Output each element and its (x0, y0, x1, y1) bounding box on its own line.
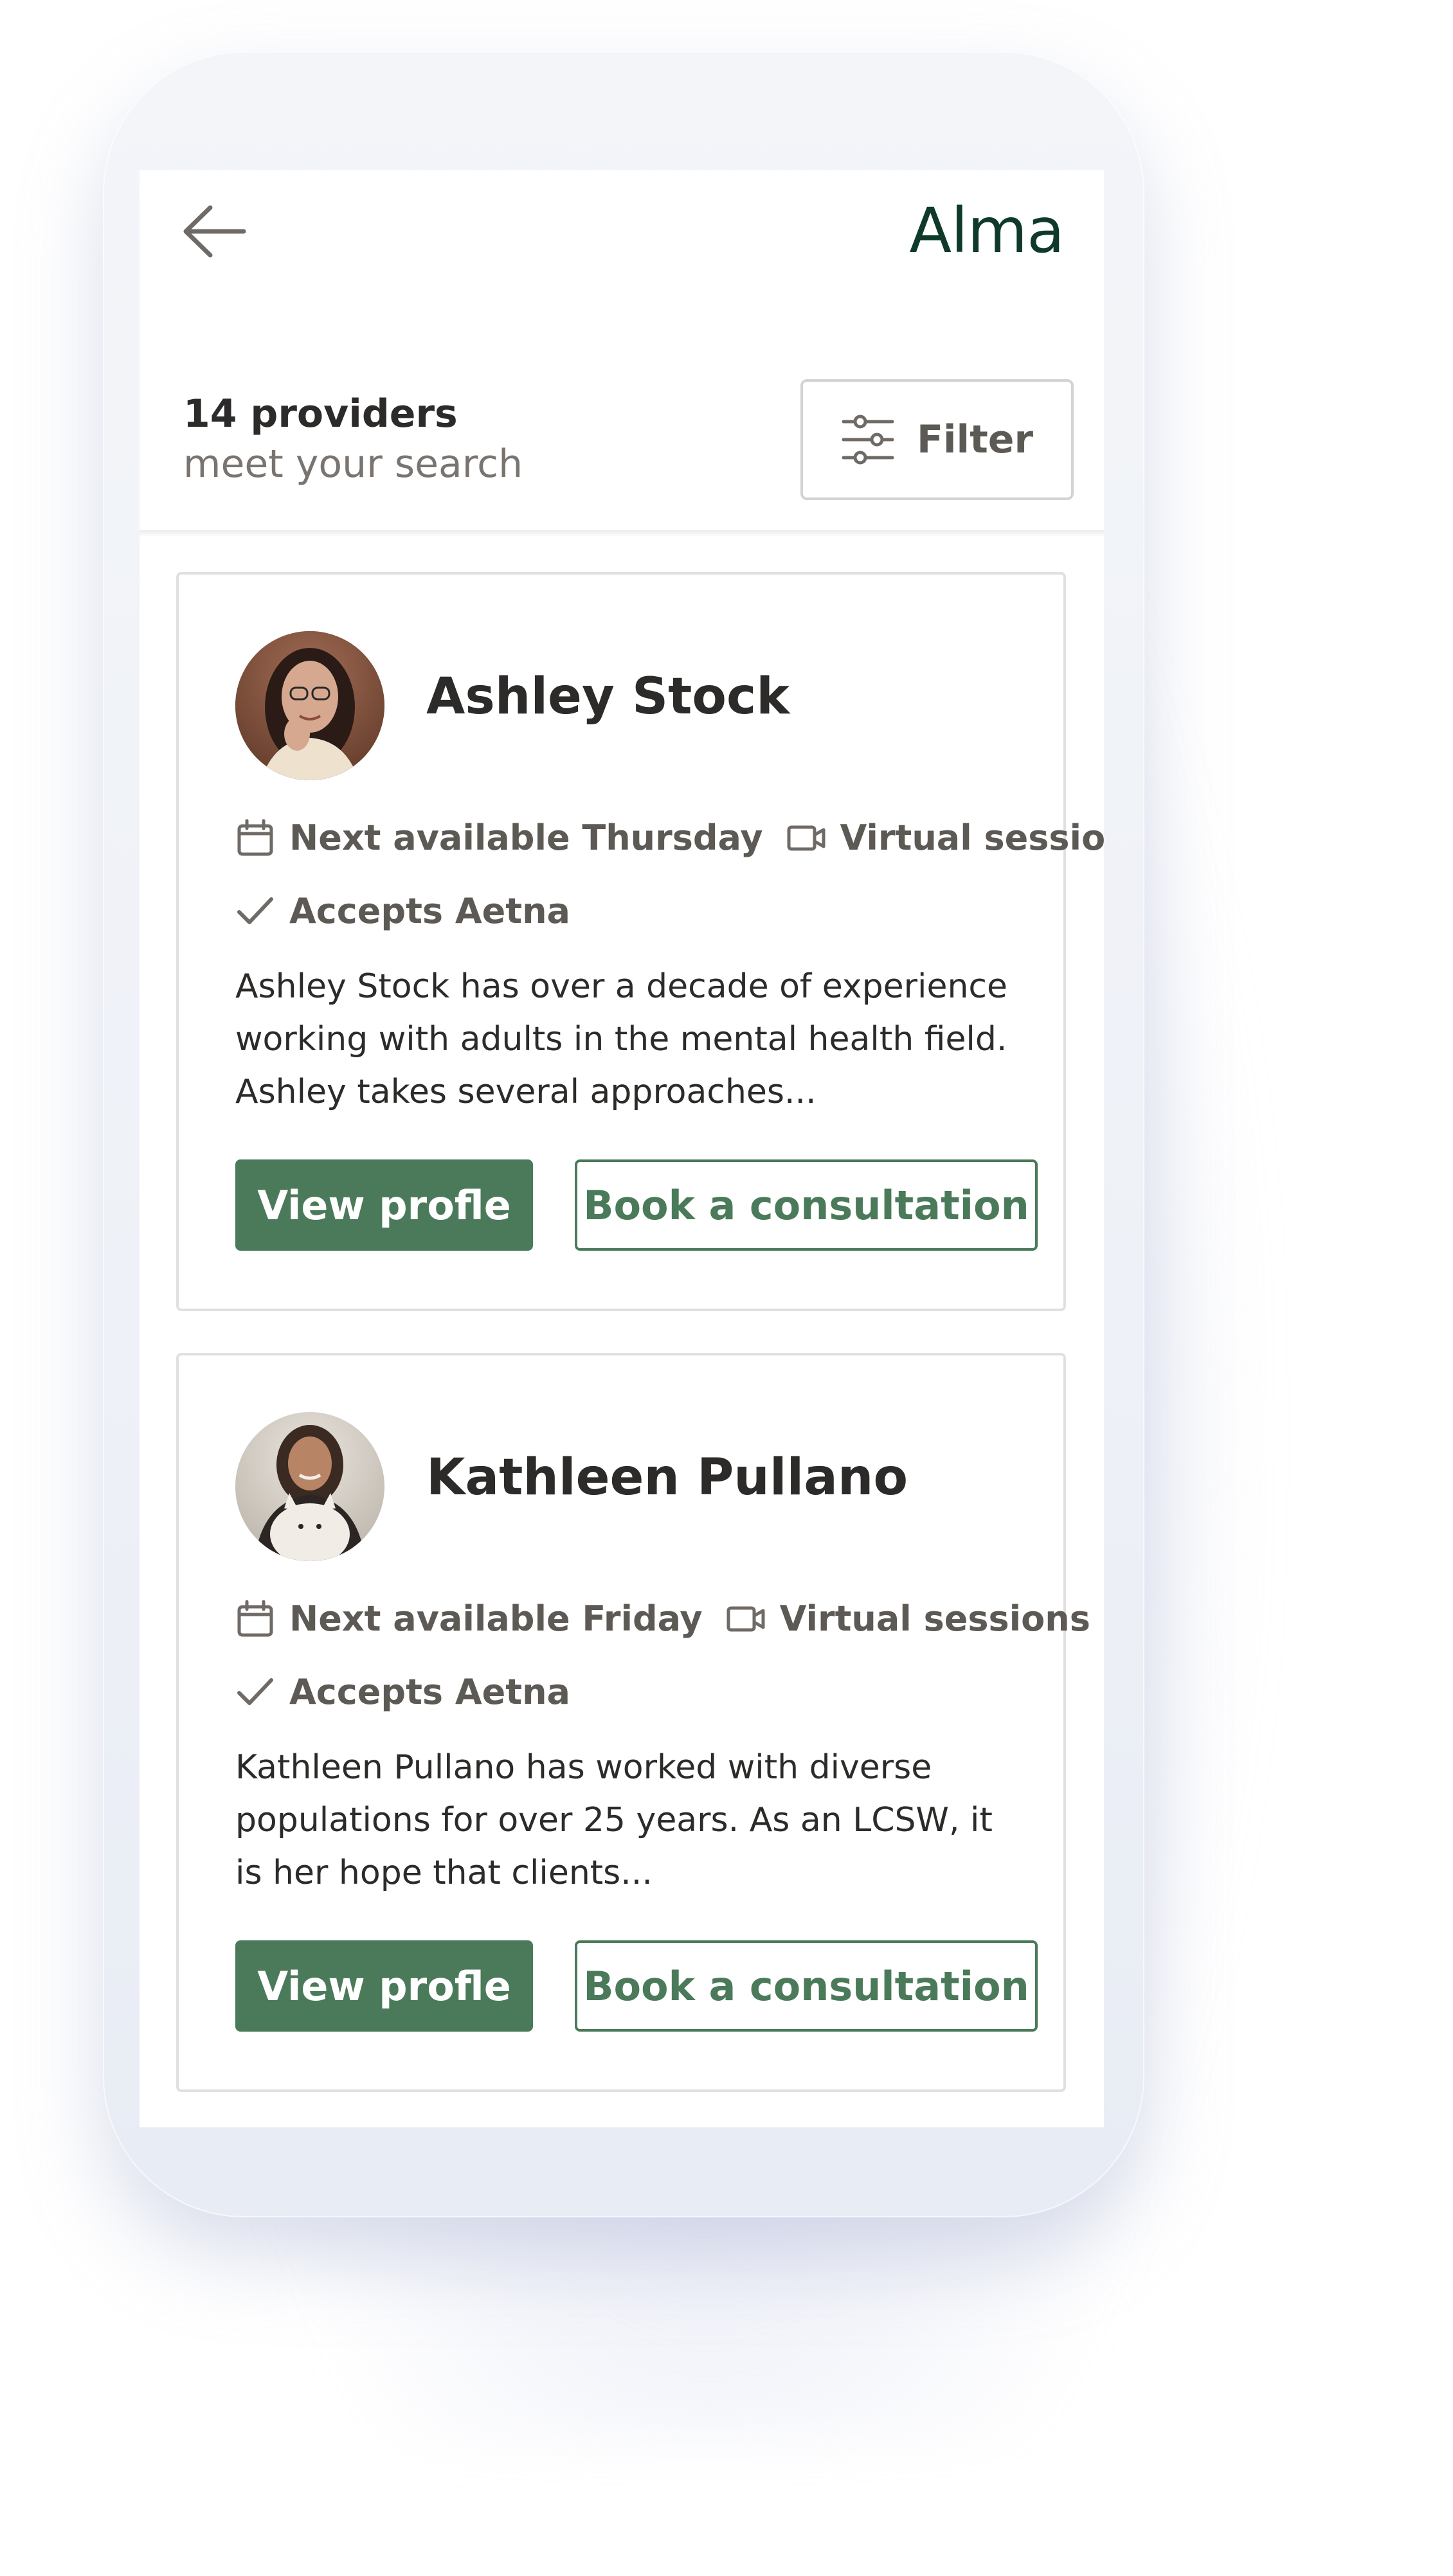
checkmark-icon (237, 1678, 273, 1705)
checkmark-icon (237, 897, 273, 924)
avatar[interactable] (235, 631, 384, 780)
availability: Next available Friday (235, 1593, 703, 1645)
session-type-text: Virtual sessions (840, 818, 1104, 858)
insurance-text: Accepts Aetna (289, 1672, 570, 1712)
arrow-left-icon[interactable] (179, 202, 250, 260)
results-summary: 14 providers meet your search (183, 391, 523, 491)
app-screen: Alma 14 providers meet your search Filte… (140, 170, 1104, 2127)
provider-insurance: Accepts Aetna (235, 886, 593, 937)
view-profile-button[interactable]: View profle (235, 1159, 533, 1251)
session-type: Virtual sessions (786, 812, 1104, 864)
filter-label: Filter (916, 417, 1034, 462)
results-subtitle: meet your search (183, 442, 523, 487)
availability-text: Next available Thursday (289, 818, 763, 858)
video-camera-icon (787, 825, 826, 851)
book-consultation-button[interactable]: Book a consultation (575, 1940, 1038, 2032)
provider-card: Ashley Stock Next available Thursday Vir… (176, 572, 1104, 1311)
video-camera-icon (726, 1606, 765, 1632)
provider-insurance: Accepts Aetna (235, 1667, 593, 1718)
insurance: Accepts Aetna (235, 1667, 570, 1718)
avatar[interactable] (235, 1412, 384, 1561)
calendar-icon (237, 1600, 273, 1637)
provider-name[interactable]: Ashley Stock (426, 668, 790, 726)
provider-card: Kathleen Pullano Next available Friday V… (176, 1353, 1090, 2092)
insurance: Accepts Aetna (235, 886, 570, 937)
provider-meta: Next available Friday Virtual sessions (235, 1593, 1104, 1645)
filter-button[interactable]: Filter (800, 379, 1074, 500)
alma-logo[interactable]: Alma (909, 195, 1065, 267)
provider-bio: Kathleen Pullano has worked with diverse… (235, 1748, 993, 1892)
insurance-text: Accepts Aetna (289, 891, 570, 931)
provider-meta: Next available Thursday Virtual sessions (235, 812, 1104, 864)
availability: Next available Thursday (235, 812, 763, 864)
header-divider (140, 530, 1104, 537)
availability-text: Next available Friday (289, 1598, 703, 1639)
view-profile-button[interactable]: View profle (235, 1940, 533, 2032)
results-count: 14 providers (183, 391, 458, 436)
sliders-icon (842, 415, 894, 465)
session-type: Virtual sessions (726, 1593, 1090, 1645)
book-consultation-button[interactable]: Book a consultation (575, 1159, 1038, 1251)
session-type-text: Virtual sessions (779, 1598, 1090, 1639)
provider-name[interactable]: Kathleen Pullano (426, 1449, 908, 1507)
provider-bio: Ashley Stock has over a decade of experi… (235, 967, 1007, 1111)
calendar-icon (237, 819, 273, 856)
